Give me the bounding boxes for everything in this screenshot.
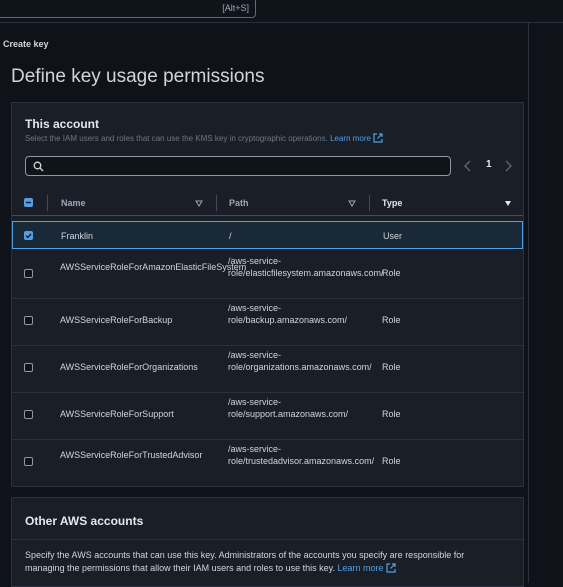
cell-name: Franklin (61, 231, 94, 241)
column-header-type[interactable]: Type (382, 198, 402, 208)
cell-path: /aws-service-role/backup.amazonaws.com/ (228, 303, 348, 325)
breadcrumb[interactable]: Create key (3, 39, 49, 49)
content-divider (528, 22, 529, 583)
row-checkbox[interactable] (24, 269, 33, 278)
select-all-checkbox[interactable] (24, 198, 33, 207)
learn-more-label: Learn more (330, 134, 371, 143)
table-row[interactable]: AWSServiceRoleForTrustedAdvisor /aws-ser… (12, 439, 523, 486)
search-shortcut-hint: [Alt+S] (222, 3, 249, 13)
current-page[interactable]: 1 (486, 159, 492, 170)
learn-more-link[interactable]: Learn more (338, 563, 396, 573)
cell-type: User (383, 231, 403, 241)
row-checkbox[interactable] (24, 316, 33, 325)
table-row[interactable]: AWSServiceRoleForBackup /aws-service-rol… (12, 298, 523, 346)
external-link-icon (373, 133, 383, 143)
column-separator (369, 195, 370, 211)
sort-caret-icon[interactable] (348, 200, 356, 207)
row-checkbox[interactable] (24, 457, 33, 466)
row-checkbox[interactable] (24, 363, 33, 372)
check-icon (25, 233, 32, 239)
column-separator (47, 195, 48, 211)
cell-type: Role (382, 268, 401, 278)
panel-title: This account (25, 117, 100, 131)
cell-path: / (229, 231, 232, 241)
column-separator (216, 195, 217, 211)
cell-type: Role (382, 456, 401, 466)
panel-description-text: Select the IAM users and roles that can … (25, 134, 328, 143)
sort-caret-filled-icon[interactable] (504, 200, 512, 207)
table-header: Name Path Type (12, 191, 523, 216)
table-row[interactable]: Franklin / User (12, 221, 523, 249)
this-account-panel: This account Select the IAM users and ro… (11, 102, 524, 487)
external-link-icon (385, 563, 396, 573)
cell-type: Role (382, 409, 401, 419)
learn-more-label: Learn more (337, 563, 384, 573)
panel-description-text: Specify the AWS accounts that can use th… (25, 550, 465, 573)
cell-path: /aws-service-role/elasticfilesystem.amaz… (228, 256, 384, 278)
cell-path: /aws-service-role/trustedadvisor.amazona… (228, 444, 375, 466)
page-title: Define key usage permissions (11, 66, 265, 87)
cell-path: /aws-service-role/support.amazonaws.com/ (228, 397, 349, 419)
row-checkbox[interactable] (24, 410, 33, 419)
cell-name: AWSServiceRoleForSupport (60, 409, 174, 419)
cell-name: AWSServiceRoleForAmazonElasticFileSystem (60, 262, 247, 272)
column-header-path[interactable]: Path (229, 198, 249, 208)
top-navigation-bar: [Alt+S] (0, 0, 563, 23)
row-checkbox[interactable] (24, 231, 33, 240)
table-row[interactable]: AWSServiceRoleForOrganizations /aws-serv… (12, 345, 523, 393)
search-icon (33, 161, 44, 172)
cell-name: AWSServiceRoleForOrganizations (60, 362, 198, 372)
divider (12, 539, 523, 540)
column-header-name[interactable]: Name (61, 198, 86, 208)
cell-type: Role (382, 315, 401, 325)
pagination: 1 (463, 158, 515, 174)
panel-description: Select the IAM users and roles that can … (25, 133, 383, 143)
table-row[interactable]: AWSServiceRoleForAmazonElasticFileSystem… (12, 249, 523, 299)
global-search-box[interactable]: [Alt+S] (0, 0, 256, 18)
sort-caret-icon[interactable] (195, 200, 203, 207)
cell-name: AWSServiceRoleForBackup (60, 315, 173, 325)
learn-more-link[interactable]: Learn more (330, 133, 383, 143)
table-row[interactable]: AWSServiceRoleForSupport /aws-service-ro… (12, 392, 523, 440)
chevron-right-icon[interactable] (503, 160, 513, 172)
cell-type: Role (382, 362, 401, 372)
other-aws-accounts-panel: Other AWS accounts Specify the AWS accou… (11, 497, 524, 587)
indeterminate-icon (26, 201, 31, 204)
cell-name: AWSServiceRoleForTrustedAdvisor (60, 450, 203, 460)
cell-path: /aws-service-role/organizations.amazonaw… (228, 350, 372, 372)
panel-title: Other AWS accounts (25, 514, 144, 528)
panel-description: Specify the AWS accounts that can use th… (25, 549, 505, 575)
chevron-left-icon[interactable] (463, 160, 473, 172)
search-input[interactable] (25, 156, 451, 176)
